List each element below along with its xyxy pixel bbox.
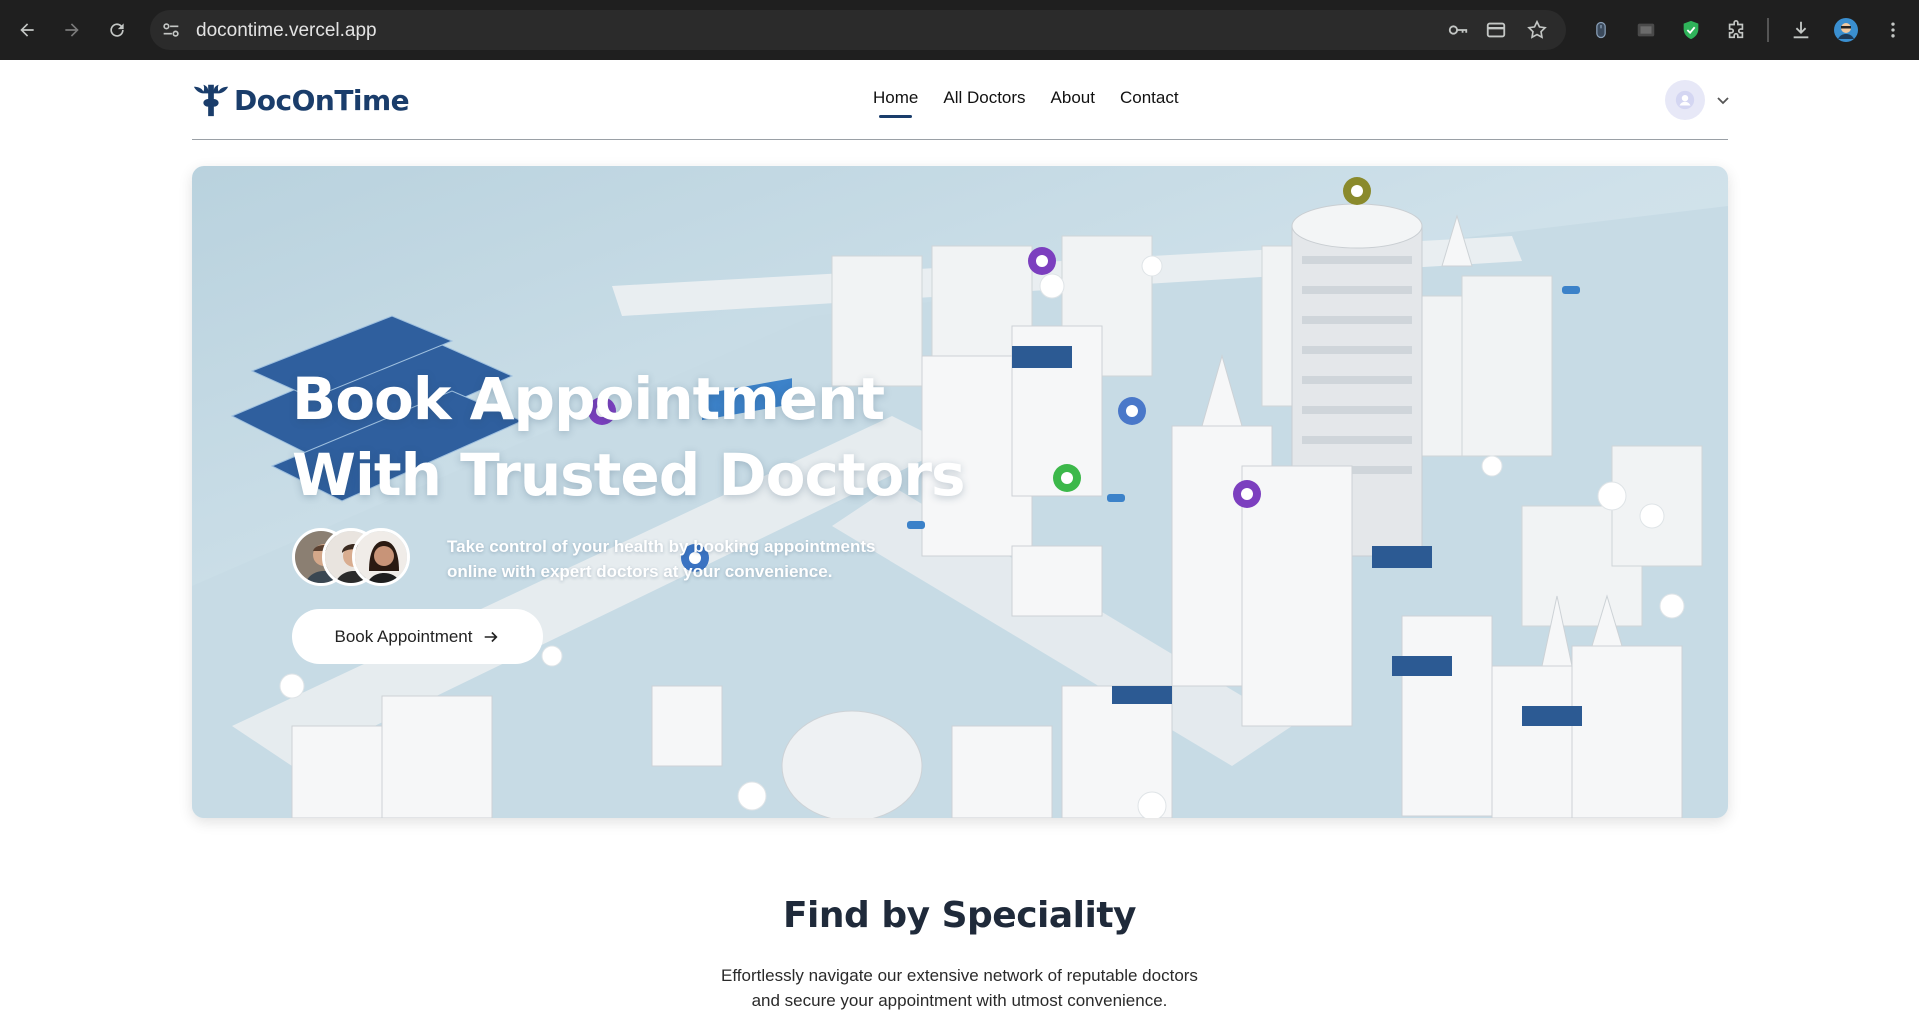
account-menu[interactable] [1665, 80, 1731, 120]
extension-mouse-icon[interactable] [1588, 17, 1614, 43]
hero-title: Book Appointment With Trusted Doctors [292, 361, 966, 513]
nav-contact[interactable]: Contact [1120, 88, 1179, 108]
nav-home[interactable]: Home [873, 88, 918, 118]
book-appointment-label: Book Appointment [334, 626, 473, 646]
speciality-subtitle-line1: Effortlessly navigate our extensive netw… [721, 966, 1198, 985]
site-header: DocOnTime Home All Doctors About Contact [192, 60, 1731, 140]
extensions-puzzle-icon[interactable] [1723, 17, 1749, 43]
card-icon[interactable] [1484, 18, 1508, 42]
menu-dots-icon[interactable] [1880, 17, 1906, 43]
forward-icon[interactable] [57, 15, 87, 45]
doctor-avatars [292, 528, 410, 588]
bookmark-star-icon[interactable] [1525, 18, 1549, 42]
download-icon[interactable] [1788, 17, 1814, 43]
profile-icon[interactable] [1833, 17, 1859, 43]
brand-name: DocOnTime [234, 83, 410, 117]
book-appointment-button[interactable]: Book Appointment [292, 609, 543, 664]
user-avatar-icon[interactable] [1665, 80, 1705, 120]
toolbar-separator [1767, 18, 1769, 42]
nav-about[interactable]: About [1051, 88, 1095, 108]
reload-icon[interactable] [102, 15, 132, 45]
chevron-down-icon[interactable] [1715, 92, 1731, 108]
password-key-icon[interactable] [1446, 18, 1470, 42]
speciality-title: Find by Speciality [782, 895, 1137, 936]
site-info-icon[interactable] [160, 19, 182, 41]
main-nav: Home All Doctors About Contact [873, 88, 1179, 118]
browser-toolbar: docontime.vercel.app [0, 0, 1919, 60]
extension-window-icon[interactable] [1633, 17, 1659, 43]
address-bar[interactable]: docontime.vercel.app [150, 10, 1566, 50]
arrow-right-icon [485, 631, 499, 642]
url-text[interactable]: docontime.vercel.app [196, 20, 377, 42]
back-icon[interactable] [12, 15, 42, 45]
caduceus-icon [193, 84, 229, 117]
extension-shield-icon[interactable] [1678, 17, 1704, 43]
hero-title-line2: With Trusted Doctors [292, 441, 966, 509]
brand-logo[interactable]: DocOnTime [192, 80, 410, 120]
hero-title-line1: Book Appointment [292, 365, 885, 433]
doctor-avatar [352, 528, 410, 586]
hero-subtitle: Take control of your health by booking a… [447, 537, 876, 581]
speciality-subtitle-line2: and secure your appointment with utmost … [751, 991, 1168, 1010]
speciality-subtitle: Effortlessly navigate our extensive netw… [0, 963, 1919, 1013]
nav-all-doctors[interactable]: All Doctors [943, 88, 1025, 108]
hero-banner: Book Appointment With Trusted Doctors Ta… [192, 166, 1728, 818]
